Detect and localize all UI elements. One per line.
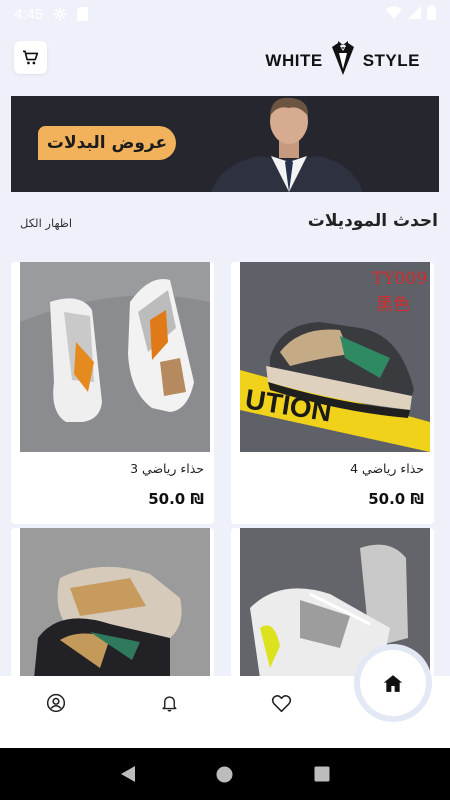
cart-button[interactable] [14,41,47,74]
system-navigation-bar [0,748,450,800]
notifications-nav-button[interactable] [158,692,180,714]
product-image [20,528,210,678]
product-card[interactable] [11,528,214,678]
brand-logo: WHITE STYLE [265,39,420,83]
home-nav-button[interactable] [360,650,426,716]
cart-icon [23,50,39,65]
product-name: حذاء رياضي 3 [130,461,204,476]
signal-icon [408,5,421,23]
product-card[interactable]: حذاء رياضي 3 50.0 ₪ [11,262,214,524]
profile-nav-button[interactable] [45,692,67,714]
product-image: UTION TY009 黑色 [240,262,430,452]
logo-text-right: STYLE [362,51,420,70]
heart-icon [271,694,291,712]
promo-banner[interactable]: عروض البدلات [11,96,439,192]
product-card[interactable]: UTION TY009 黑色 حذاء رياضي 4 50.0 ₪ [231,262,434,524]
battery-icon [427,4,436,24]
bell-icon [161,696,177,712]
tuxedo-icon [326,39,360,83]
back-icon[interactable] [120,765,136,783]
product-price: 50.0 ₪ [368,490,424,508]
status-time: 4:45 [14,5,44,23]
banner-tag: عروض البدلات [38,126,176,160]
photo-color-text: 黑色 [376,295,410,315]
app-header: WHITE STYLE [0,28,450,90]
product-image [20,262,210,452]
home-circle-icon[interactable] [216,766,233,783]
section-title: احدث الموديلات [307,211,438,231]
settings-icon [53,7,67,21]
logo-text-left: WHITE [265,51,323,70]
status-bar: 4:45 [0,0,450,28]
product-name: حذاء رياضي 4 [350,461,424,476]
home-icon [383,674,403,692]
recents-icon[interactable] [314,766,330,782]
wifi-icon [386,5,402,23]
sd-card-icon [77,7,89,21]
banner-model-photo [211,97,363,192]
favorites-nav-button[interactable] [270,692,292,714]
show-all-link[interactable]: اظهار الكل [20,216,72,230]
photo-code-text: TY009 [372,269,427,289]
profile-icon [46,693,66,713]
product-price: 50.0 ₪ [148,490,204,508]
